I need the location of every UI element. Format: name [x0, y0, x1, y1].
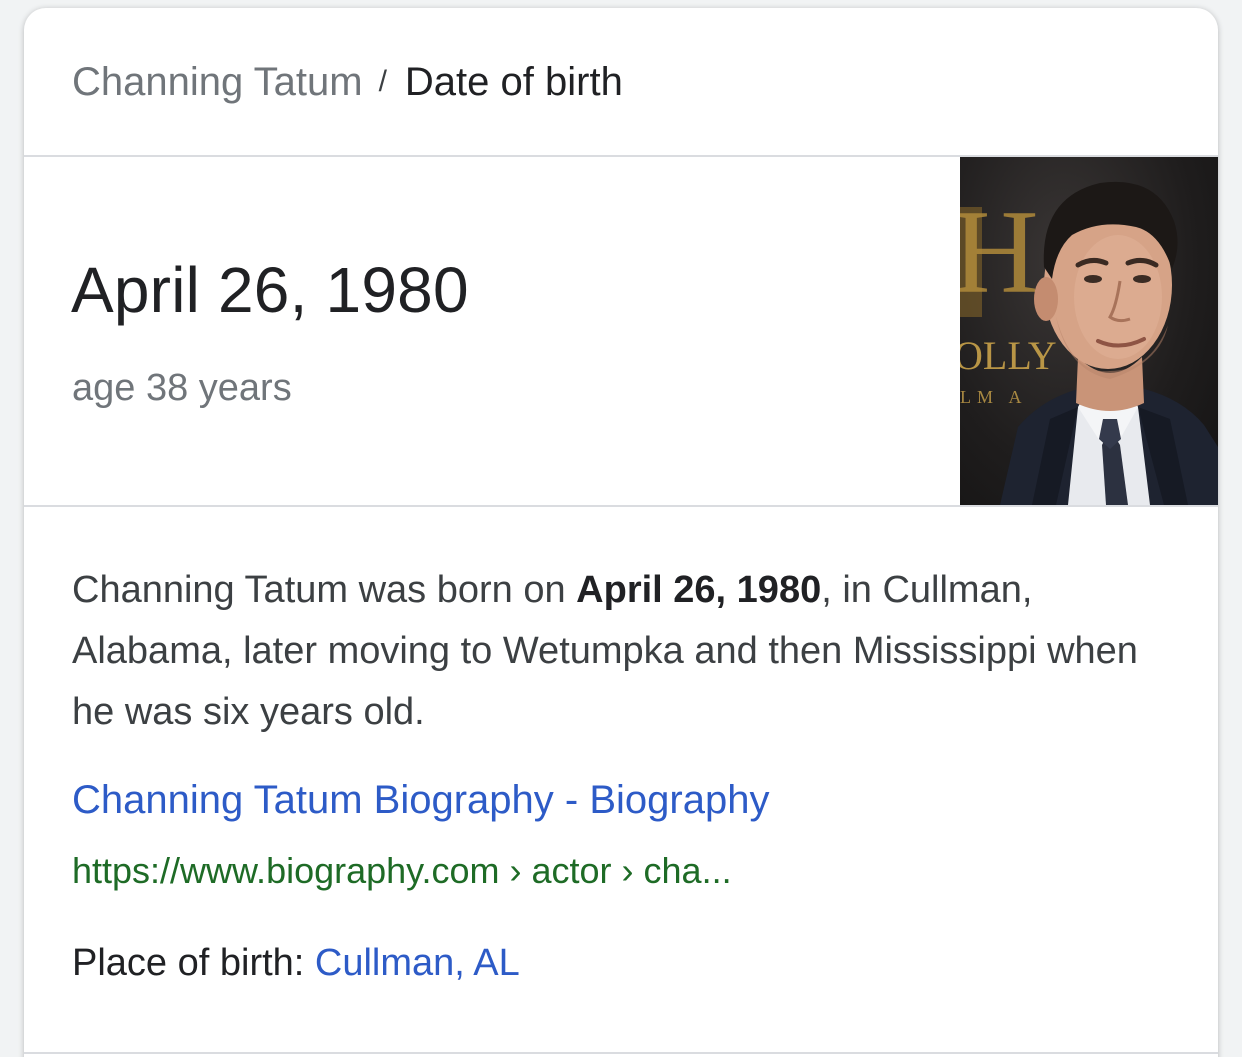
answer-date: April 26, 1980	[71, 254, 469, 326]
person-photo: H OLLY LM A	[960, 181, 1218, 505]
answer-age: age 38 years	[72, 367, 292, 409]
place-of-birth: Place of birth: Cullman, AL	[72, 942, 520, 985]
description-highlight: April 26, 1980	[576, 569, 822, 611]
breadcrumb-current: Date of birth	[404, 59, 623, 104]
answer-section: April 26, 1980 age 38 years H OLLY LM A	[24, 157, 1218, 505]
description-text: Channing Tatum was born on	[72, 569, 577, 611]
source-url[interactable]: https://www.biography.com › actor › cha.…	[72, 850, 732, 892]
person-thumbnail-image[interactable]: H OLLY LM A	[960, 157, 1218, 505]
knowledge-card: Channing Tatum / Date of birth April 26,…	[24, 8, 1218, 1057]
backdrop-word: LM A	[960, 387, 1028, 407]
breadcrumb-parent-link[interactable]: Channing Tatum	[72, 60, 363, 105]
breadcrumb-separator: /	[378, 65, 387, 98]
place-of-birth-label: Place of birth:	[72, 942, 315, 984]
breadcrumb: Channing Tatum / Date of birth	[24, 8, 1218, 156]
divider	[24, 1052, 1218, 1054]
description-snippet: Channing Tatum was born on April 26, 198…	[72, 560, 1182, 743]
divider	[24, 505, 1218, 507]
backdrop-letter: H	[960, 185, 1039, 318]
backdrop-word: OLLY	[960, 333, 1057, 378]
source-title-link[interactable]: Channing Tatum Biography - Biography	[72, 778, 769, 823]
place-of-birth-link[interactable]: Cullman, AL	[315, 942, 520, 984]
